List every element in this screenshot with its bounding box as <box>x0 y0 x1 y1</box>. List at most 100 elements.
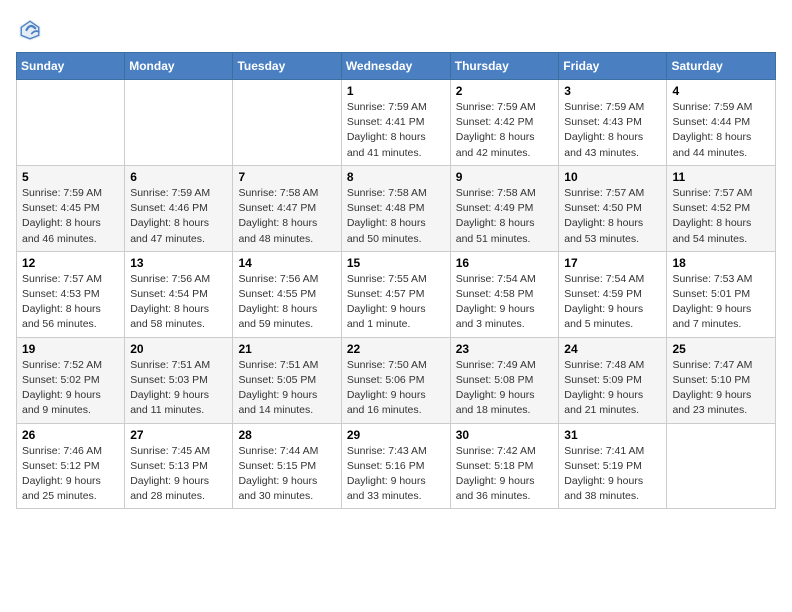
day-number: 31 <box>564 428 661 442</box>
calendar-cell: 7 Sunrise: 7:58 AM Sunset: 4:47 PM Daylig… <box>233 165 341 251</box>
weekday-header-thursday: Thursday <box>450 53 559 80</box>
day-info: Sunrise: 7:51 AM Sunset: 5:05 PM Dayligh… <box>238 358 335 419</box>
calendar-cell: 15 Sunrise: 7:55 AM Sunset: 4:57 PM Dayli… <box>341 251 450 337</box>
day-number: 5 <box>22 170 119 184</box>
calendar-cell: 27Sunrise: 7:45 AM Sunset: 5:13 PM Dayli… <box>125 423 233 509</box>
calendar-cell: 22Sunrise: 7:50 AM Sunset: 5:06 PM Dayli… <box>341 337 450 423</box>
calendar-cell: 17 Sunrise: 7:54 AM Sunset: 4:59 PM Dayli… <box>559 251 667 337</box>
calendar-week-4: 19Sunrise: 7:52 AM Sunset: 5:02 PM Dayli… <box>17 337 776 423</box>
day-number: 16 <box>456 256 554 270</box>
day-info: Sunrise: 7:48 AM Sunset: 5:09 PM Dayligh… <box>564 358 661 419</box>
calendar-cell: 25 Sunrise: 7:47 AM Sunset: 5:10 PM Dayli… <box>667 337 776 423</box>
calendar-week-1: 1 Sunrise: 7:59 AM Sunset: 4:41 PM Daylig… <box>17 80 776 166</box>
calendar-cell: 9 Sunrise: 7:58 AM Sunset: 4:49 PM Daylig… <box>450 165 559 251</box>
calendar-cell: 31 Sunrise: 7:41 AM Sunset: 5:19 PM Dayli… <box>559 423 667 509</box>
day-info: Sunrise: 7:47 AM Sunset: 5:10 PM Dayligh… <box>672 358 770 419</box>
calendar-cell: 26 Sunrise: 7:46 AM Sunset: 5:12 PM Dayli… <box>17 423 125 509</box>
day-info: Sunrise: 7:57 AM Sunset: 4:53 PM Dayligh… <box>22 272 119 333</box>
day-info: Sunrise: 7:59 AM Sunset: 4:45 PM Dayligh… <box>22 186 119 247</box>
calendar-cell <box>17 80 125 166</box>
day-number: 28 <box>238 428 335 442</box>
day-number: 4 <box>672 84 770 98</box>
calendar-cell: 6Sunrise: 7:59 AM Sunset: 4:46 PM Daylig… <box>125 165 233 251</box>
day-number: 20 <box>130 342 227 356</box>
day-number: 15 <box>347 256 445 270</box>
page-header <box>16 16 776 44</box>
day-number: 17 <box>564 256 661 270</box>
day-number: 11 <box>672 170 770 184</box>
weekday-row: SundayMondayTuesdayWednesdayThursdayFrid… <box>17 53 776 80</box>
calendar-cell: 13 Sunrise: 7:56 AM Sunset: 4:54 PM Dayli… <box>125 251 233 337</box>
day-info: Sunrise: 7:51 AM Sunset: 5:03 PM Dayligh… <box>130 358 227 419</box>
day-number: 24 <box>564 342 661 356</box>
day-info: Sunrise: 7:59 AM Sunset: 4:44 PM Dayligh… <box>672 100 770 161</box>
calendar-cell: 8 Sunrise: 7:58 AM Sunset: 4:48 PM Daylig… <box>341 165 450 251</box>
day-info: Sunrise: 7:58 AM Sunset: 4:48 PM Dayligh… <box>347 186 445 247</box>
day-number: 9 <box>456 170 554 184</box>
day-number: 10 <box>564 170 661 184</box>
day-info: Sunrise: 7:54 AM Sunset: 4:59 PM Dayligh… <box>564 272 661 333</box>
calendar-week-3: 12 Sunrise: 7:57 AM Sunset: 4:53 PM Dayli… <box>17 251 776 337</box>
logo-icon <box>16 16 44 44</box>
day-info: Sunrise: 7:41 AM Sunset: 5:19 PM Dayligh… <box>564 444 661 505</box>
calendar-cell: 18 Sunrise: 7:53 AM Sunset: 5:01 PM Dayli… <box>667 251 776 337</box>
day-info: Sunrise: 7:46 AM Sunset: 5:12 PM Dayligh… <box>22 444 119 505</box>
calendar-cell <box>667 423 776 509</box>
day-info: Sunrise: 7:43 AM Sunset: 5:16 PM Dayligh… <box>347 444 445 505</box>
calendar-cell: 28Sunrise: 7:44 AM Sunset: 5:15 PM Dayli… <box>233 423 341 509</box>
weekday-header-wednesday: Wednesday <box>341 53 450 80</box>
calendar-cell: 1 Sunrise: 7:59 AM Sunset: 4:41 PM Daylig… <box>341 80 450 166</box>
calendar-cell: 30Sunrise: 7:42 AM Sunset: 5:18 PM Dayli… <box>450 423 559 509</box>
day-info: Sunrise: 7:53 AM Sunset: 5:01 PM Dayligh… <box>672 272 770 333</box>
day-info: Sunrise: 7:59 AM Sunset: 4:42 PM Dayligh… <box>456 100 554 161</box>
weekday-header-saturday: Saturday <box>667 53 776 80</box>
day-info: Sunrise: 7:55 AM Sunset: 4:57 PM Dayligh… <box>347 272 445 333</box>
day-number: 22 <box>347 342 445 356</box>
day-info: Sunrise: 7:57 AM Sunset: 4:52 PM Dayligh… <box>672 186 770 247</box>
calendar-cell: 4 Sunrise: 7:59 AM Sunset: 4:44 PM Daylig… <box>667 80 776 166</box>
calendar-cell <box>125 80 233 166</box>
calendar-cell: 14 Sunrise: 7:56 AM Sunset: 4:55 PM Dayli… <box>233 251 341 337</box>
day-info: Sunrise: 7:45 AM Sunset: 5:13 PM Dayligh… <box>130 444 227 505</box>
day-info: Sunrise: 7:58 AM Sunset: 4:47 PM Dayligh… <box>238 186 335 247</box>
calendar-cell: 29Sunrise: 7:43 AM Sunset: 5:16 PM Dayli… <box>341 423 450 509</box>
calendar-cell: 20 Sunrise: 7:51 AM Sunset: 5:03 PM Dayli… <box>125 337 233 423</box>
day-number: 7 <box>238 170 335 184</box>
day-number: 21 <box>238 342 335 356</box>
day-number: 18 <box>672 256 770 270</box>
weekday-header-tuesday: Tuesday <box>233 53 341 80</box>
day-info: Sunrise: 7:56 AM Sunset: 4:54 PM Dayligh… <box>130 272 227 333</box>
calendar-week-2: 5 Sunrise: 7:59 AM Sunset: 4:45 PM Daylig… <box>17 165 776 251</box>
calendar-cell: 12 Sunrise: 7:57 AM Sunset: 4:53 PM Dayli… <box>17 251 125 337</box>
logo <box>16 16 48 44</box>
day-number: 30 <box>456 428 554 442</box>
day-number: 14 <box>238 256 335 270</box>
day-number: 12 <box>22 256 119 270</box>
day-number: 25 <box>672 342 770 356</box>
calendar-week-5: 26 Sunrise: 7:46 AM Sunset: 5:12 PM Dayli… <box>17 423 776 509</box>
calendar-cell: 11 Sunrise: 7:57 AM Sunset: 4:52 PM Dayli… <box>667 165 776 251</box>
day-number: 2 <box>456 84 554 98</box>
day-number: 3 <box>564 84 661 98</box>
day-number: 26 <box>22 428 119 442</box>
calendar-cell: 16Sunrise: 7:54 AM Sunset: 4:58 PM Dayli… <box>450 251 559 337</box>
day-number: 8 <box>347 170 445 184</box>
calendar-cell: 5 Sunrise: 7:59 AM Sunset: 4:45 PM Daylig… <box>17 165 125 251</box>
weekday-header-sunday: Sunday <box>17 53 125 80</box>
day-info: Sunrise: 7:57 AM Sunset: 4:50 PM Dayligh… <box>564 186 661 247</box>
calendar-cell: 3Sunrise: 7:59 AM Sunset: 4:43 PM Daylig… <box>559 80 667 166</box>
calendar-cell: 24 Sunrise: 7:48 AM Sunset: 5:09 PM Dayli… <box>559 337 667 423</box>
calendar-body: 1 Sunrise: 7:59 AM Sunset: 4:41 PM Daylig… <box>17 80 776 509</box>
day-info: Sunrise: 7:56 AM Sunset: 4:55 PM Dayligh… <box>238 272 335 333</box>
day-number: 13 <box>130 256 227 270</box>
day-info: Sunrise: 7:59 AM Sunset: 4:41 PM Dayligh… <box>347 100 445 161</box>
calendar-table: SundayMondayTuesdayWednesdayThursdayFrid… <box>16 52 776 509</box>
calendar-cell: 23Sunrise: 7:49 AM Sunset: 5:08 PM Dayli… <box>450 337 559 423</box>
calendar-cell <box>233 80 341 166</box>
calendar-cell: 21 Sunrise: 7:51 AM Sunset: 5:05 PM Dayli… <box>233 337 341 423</box>
day-number: 1 <box>347 84 445 98</box>
day-info: Sunrise: 7:58 AM Sunset: 4:49 PM Dayligh… <box>456 186 554 247</box>
weekday-header-friday: Friday <box>559 53 667 80</box>
day-info: Sunrise: 7:59 AM Sunset: 4:46 PM Dayligh… <box>130 186 227 247</box>
day-number: 19 <box>22 342 119 356</box>
